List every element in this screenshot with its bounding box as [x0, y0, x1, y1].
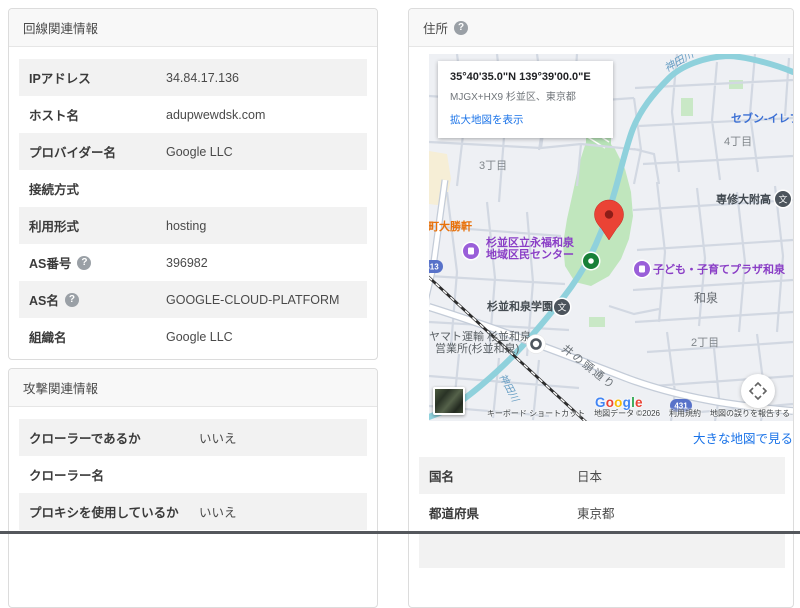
satellite-view-toggle[interactable]: [433, 387, 465, 415]
line-info-table: IPアドレス 34.84.17.136 ホスト名 adupwewdsk.com …: [9, 47, 377, 361]
row-value: いいえ: [199, 502, 237, 521]
table-row: 国名 日本: [419, 457, 785, 494]
map-label-district: 4丁目: [724, 136, 752, 148]
help-icon[interactable]: ?: [454, 21, 468, 35]
address-card: 住所 ?: [408, 8, 794, 608]
row-label: プロバイダー名: [29, 142, 116, 161]
table-row: 都道府県 東京都: [419, 494, 785, 531]
keyboard-shortcuts-link[interactable]: キーボード ショートカット: [487, 408, 585, 419]
table-row: プロキシを使用しているか いいえ: [19, 493, 367, 530]
map-poi-seven-eleven[interactable]: セブン-イレブ: [731, 111, 793, 125]
route-shield-label: 413: [429, 263, 439, 272]
line-info-card-header: 回線関連情報: [9, 9, 377, 47]
table-row: 利用形式 hosting: [19, 207, 367, 244]
table-row: クローラー名: [19, 456, 367, 493]
address-table: 国名 日本 都道府県 東京都: [419, 457, 785, 568]
map-poi-kodomo-plaza[interactable]: 子ども・子育てプラザ和泉: [653, 262, 786, 276]
attack-info-table: クローラーであるか いいえ クローラー名 プロキシを使用しているか いいえ: [9, 407, 377, 536]
map-poi-yamato[interactable]: 営業所(杉並和泉): [435, 341, 519, 355]
row-label: 組織名: [29, 327, 67, 346]
map-label-area: 和泉: [694, 291, 718, 305]
row-label: 都道府県: [429, 503, 479, 522]
map-attribution: キーボード ショートカット 地図データ ©2026 利用規約 地図の誤りを報告す…: [487, 408, 790, 419]
help-icon[interactable]: ?: [65, 293, 79, 307]
table-row: AS名 ? GOOGLE-CLOUD-PLATFORM: [19, 281, 367, 318]
table-row: クローラーであるか いいえ: [19, 419, 367, 456]
view-larger-map-link[interactable]: 大きな地図で見る: [693, 432, 793, 446]
row-label: クローラー名: [29, 465, 104, 484]
table-row: IPアドレス 34.84.17.136: [19, 59, 367, 96]
gakuen-school-marker-icon[interactable]: 文: [553, 298, 572, 317]
row-value: adupwewdsk.com: [166, 108, 265, 122]
row-value: hosting: [166, 219, 206, 233]
map-poi-community-center[interactable]: 杉並区立永福和泉: [486, 235, 575, 249]
row-label: 利用形式: [29, 216, 79, 235]
row-value: 34.84.17.136: [166, 71, 239, 85]
table-row-partial: [419, 531, 785, 568]
senshu-school-marker-icon[interactable]: 文: [774, 190, 793, 209]
row-value: 東京都: [577, 503, 615, 522]
row-label: IPアドレス: [29, 68, 91, 87]
address-title: 住所: [423, 18, 448, 37]
school-glyph: 文: [557, 302, 566, 313]
line-info-title: 回線関連情報: [23, 18, 98, 37]
route-shield-413: 413: [429, 260, 443, 273]
view-larger-map-row: 大きな地図で見る: [429, 425, 793, 453]
row-label: クローラーであるか: [29, 428, 141, 447]
kodomo-plaza-marker-icon[interactable]: [633, 260, 652, 279]
row-value: Google LLC: [166, 330, 233, 344]
map-poi-community-center[interactable]: 地域区民センター: [486, 247, 574, 261]
map-green-patch: [681, 98, 693, 116]
yamato-marker-icon[interactable]: [527, 335, 546, 354]
table-row: 組織名 Google LLC: [19, 318, 367, 355]
terms-link[interactable]: 利用規約: [669, 408, 701, 419]
attack-info-title: 攻撃関連情報: [23, 378, 98, 397]
line-info-card: 回線関連情報 IPアドレス 34.84.17.136 ホスト名 adupwewd…: [8, 8, 378, 360]
attack-info-card-header: 攻撃関連情報: [9, 369, 377, 407]
google-map-embed[interactable]: 413 431 神田川 神田川 3丁目 4丁目 2丁目 和泉 セブン-イレブ 専…: [429, 54, 793, 421]
map-coordinates: 35°40'35.0"N 139°39'00.0"E: [450, 71, 601, 83]
map-pan-control[interactable]: [741, 374, 775, 408]
school-glyph: 文: [778, 194, 787, 205]
row-label: プロキシを使用しているか: [29, 502, 179, 521]
map-poi-yamato[interactable]: ヤマト運輸 杉並和泉: [429, 329, 531, 343]
row-label: 接続方式: [29, 179, 79, 198]
row-value: Google LLC: [166, 145, 233, 159]
report-map-error-link[interactable]: 地図の誤りを報告する: [710, 408, 790, 419]
map-info-card: 35°40'35.0"N 139°39'00.0"E MJGX+HX9 杉並区、…: [438, 61, 613, 138]
row-value: いいえ: [199, 428, 237, 447]
map-poi-gakuen-school[interactable]: 杉並和泉学園: [487, 299, 553, 313]
table-row: ホスト名 adupwewdsk.com: [19, 96, 367, 133]
table-row: 接続方式: [19, 170, 367, 207]
map-label-river: 神田川: [496, 372, 521, 405]
row-value: GOOGLE-CLOUD-PLATFORM: [166, 293, 339, 307]
table-row: プロバイダー名 Google LLC: [19, 133, 367, 170]
map-green-patch: [589, 317, 605, 327]
map-label-district: 2丁目: [691, 337, 719, 349]
map-data-copyright: 地図データ ©2026: [594, 408, 660, 419]
help-icon[interactable]: ?: [77, 256, 91, 270]
map-poi-ramen[interactable]: 福町大勝軒: [429, 219, 472, 233]
park-marker-icon[interactable]: [582, 252, 601, 271]
address-card-header: 住所 ?: [409, 9, 793, 47]
attack-info-card: 攻撃関連情報 クローラーであるか いいえ クローラー名 プロキシを使用しているか…: [8, 368, 378, 608]
map-green-patch: [729, 80, 743, 89]
row-value: 日本: [577, 466, 602, 485]
row-label: AS名: [29, 290, 59, 309]
row-label: ホスト名: [29, 105, 79, 124]
row-label: 国名: [429, 466, 454, 485]
map-pluscode-address: MJGX+HX9 杉並区、東京都: [450, 88, 601, 103]
table-row: AS番号 ? 396982: [19, 244, 367, 281]
map-poi-senshu-school[interactable]: 専修大附高: [716, 192, 771, 206]
map-label-district: 3丁目: [479, 160, 507, 172]
enlarge-map-link[interactable]: 拡大地図を表示: [450, 112, 524, 127]
map-label-street: 井の頭通り: [559, 341, 619, 392]
pan-arrows-icon: [741, 374, 775, 408]
row-value: 396982: [166, 256, 208, 270]
row-label: AS番号: [29, 253, 71, 272]
community-center-marker-icon[interactable]: [462, 242, 481, 261]
